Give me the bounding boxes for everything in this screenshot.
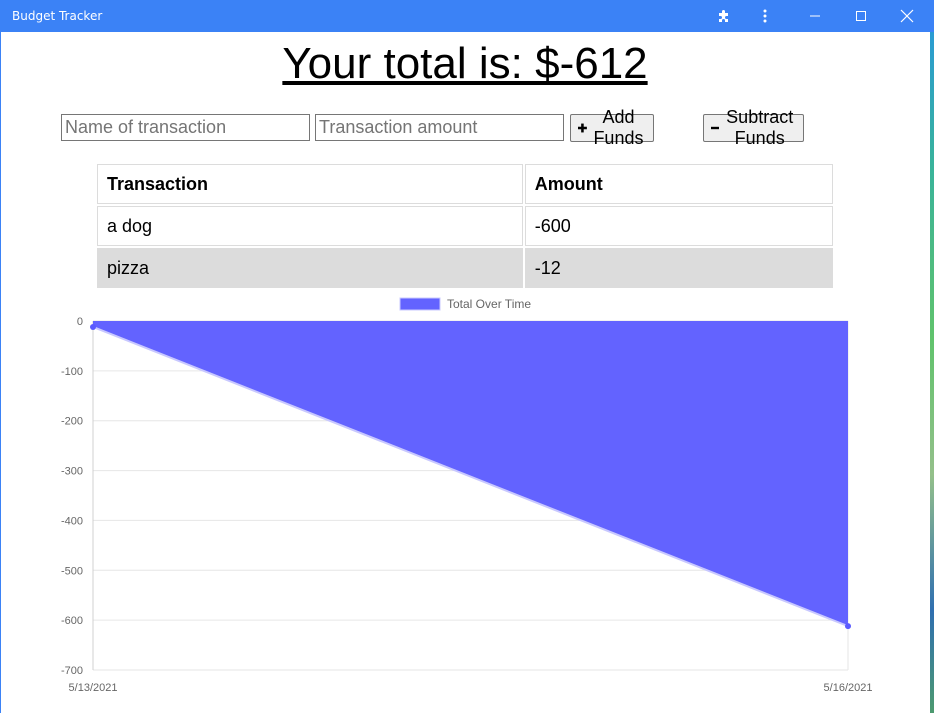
legend-label: Total Over Time [447,297,531,311]
data-point [845,623,851,630]
transaction-name-input[interactable] [61,114,310,141]
puzzle-icon [719,10,728,22]
column-header-transaction: Transaction [97,164,523,204]
maximize-icon [856,11,866,21]
y-tick-label: -600 [61,615,83,627]
y-tick-label: -300 [61,466,83,478]
data-point [90,323,96,330]
more-options-button[interactable] [742,0,788,32]
y-tick-label: 0 [77,316,83,328]
subtract-funds-button[interactable]: Subtract Funds [703,107,805,148]
transaction-amount-input[interactable] [315,114,564,141]
transaction-name-cell: pizza [97,248,523,288]
x-tick-label: 5/13/2021 [69,682,118,694]
legend-swatch [399,297,441,311]
y-tick-label: -100 [61,366,83,378]
table-header-row: Transaction Amount [97,164,833,204]
transaction-amount-cell: -600 [524,206,833,246]
subtract-funds-label: Subtract Funds [726,107,794,148]
window-title: Budget Tracker [12,9,103,23]
y-tick-label: -400 [61,515,83,527]
close-button[interactable] [884,0,930,32]
plus-icon [578,123,587,133]
minimize-button[interactable] [792,0,838,32]
transactions-table: Transaction Amount a dog -600 pizza -12 [95,162,835,290]
background-app-strip [930,32,934,713]
add-funds-label: Add Funds [593,107,644,148]
minimize-icon [810,15,820,17]
close-icon [900,9,914,23]
legend: Total Over Time [399,297,531,311]
total-heading: Your total is: $-612 [282,39,648,88]
y-tick-label: -200 [61,416,83,428]
transaction-amount-cell: -12 [524,248,833,288]
total-over-time-chart: 0 -100 -200 -300 -400 -500 -600 -700 5/13/2021 5/… [61,297,873,694]
transaction-name-cell: a dog [97,206,523,246]
title-bar: Budget Tracker [0,0,934,32]
minus-icon [711,126,720,130]
add-funds-button[interactable]: Add Funds [570,107,655,148]
more-vertical-icon [763,9,767,23]
column-header-amount: Amount [524,164,833,204]
y-tick-label: -500 [61,565,83,577]
x-tick-label: 5/16/2021 [824,682,873,694]
maximize-button[interactable] [838,0,884,32]
y-tick-label: -700 [61,665,83,677]
table-row: pizza -12 [97,248,833,288]
table-row: a dog -600 [97,206,833,246]
